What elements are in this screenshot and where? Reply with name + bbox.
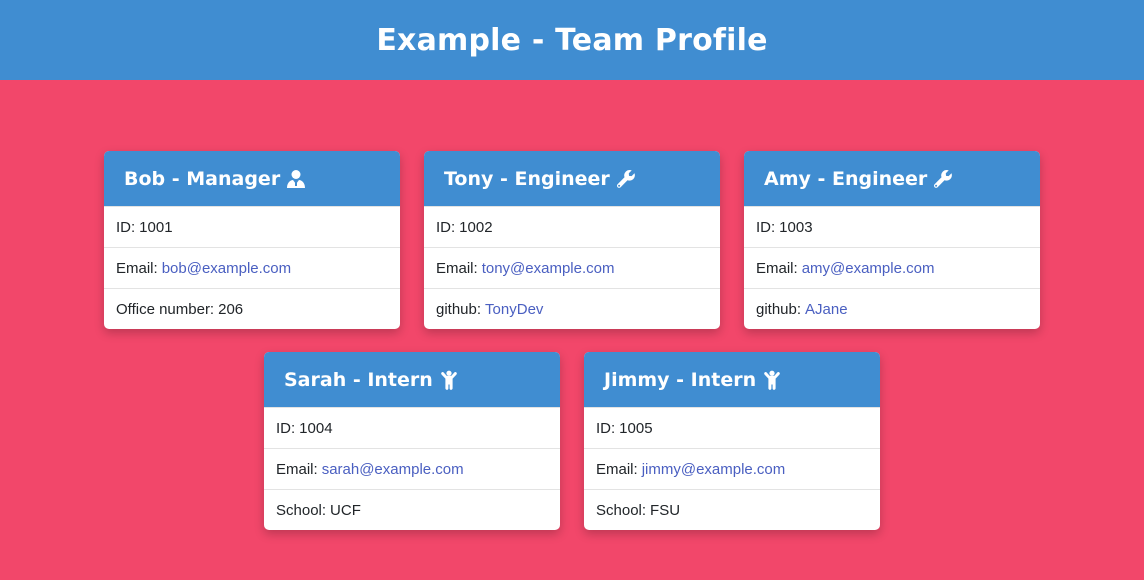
github-row: github: AJane <box>744 288 1040 329</box>
email-label: Email: <box>116 259 158 277</box>
child-icon <box>762 370 782 390</box>
id-row: ID: 1001 <box>104 206 400 247</box>
school-row: School: FSU <box>584 489 880 530</box>
child-icon <box>439 370 459 390</box>
email-label: Email: <box>436 259 478 277</box>
id-row: ID: 1004 <box>264 407 560 448</box>
employee-card-engineer: Amy - Engineer ID: 1003 Email: amy@examp… <box>744 151 1040 329</box>
card-header: Bob - Manager <box>104 151 400 206</box>
employee-card-intern: Sarah - Intern ID: 1004 Email: sarah@exa… <box>264 352 560 530</box>
id-value: 1005 <box>619 419 653 437</box>
card-header: Tony - Engineer <box>424 151 720 206</box>
manager-user-icon <box>286 169 306 189</box>
wrench-icon <box>616 169 636 189</box>
office-number-value: 206 <box>218 300 244 318</box>
email-row: Email: bob@example.com <box>104 247 400 288</box>
card-title: Sarah - Intern <box>284 368 433 391</box>
school-label: School: <box>276 501 327 519</box>
school-label: School: <box>596 501 647 519</box>
email-label: Email: <box>596 460 638 478</box>
employee-card-engineer: Tony - Engineer ID: 1002 Email: tony@exa… <box>424 151 720 329</box>
card-title: Tony - Engineer <box>444 167 610 190</box>
email-row: Email: amy@example.com <box>744 247 1040 288</box>
email-link[interactable]: jimmy@example.com <box>642 461 786 478</box>
card-header: Amy - Engineer <box>744 151 1040 206</box>
github-link[interactable]: TonyDev <box>485 301 543 318</box>
github-label: github: <box>436 300 482 318</box>
id-row: ID: 1003 <box>744 206 1040 247</box>
github-link[interactable]: AJane <box>805 301 848 318</box>
school-value: FSU <box>650 501 681 519</box>
office-number-row: Office number: 206 <box>104 288 400 329</box>
school-row: School: UCF <box>264 489 560 530</box>
id-label: ID: <box>116 218 136 236</box>
office-number-label: Office number: <box>116 300 215 318</box>
id-label: ID: <box>436 218 456 236</box>
employee-card-manager: Bob - Manager ID: 1001 Email: bob@exampl… <box>104 151 400 329</box>
card-title: Amy - Engineer <box>764 167 928 190</box>
email-label: Email: <box>756 259 798 277</box>
id-label: ID: <box>756 218 776 236</box>
card-header: Jimmy - Intern <box>584 352 880 407</box>
school-value: UCF <box>330 501 361 519</box>
email-link[interactable]: bob@example.com <box>162 260 291 277</box>
employee-card-intern: Jimmy - Intern ID: 1005 Email: jimmy@exa… <box>584 352 880 530</box>
page-header: Example - Team Profile <box>0 0 1144 80</box>
card-title: Jimmy - Intern <box>604 368 757 391</box>
id-value: 1003 <box>779 218 813 236</box>
team-container: Bob - Manager ID: 1001 Email: bob@exampl… <box>0 80 1144 580</box>
email-label: Email: <box>276 460 318 478</box>
github-row: github: TonyDev <box>424 288 720 329</box>
page-title: Example - Team Profile <box>376 22 768 58</box>
id-value: 1004 <box>299 419 333 437</box>
id-label: ID: <box>276 419 296 437</box>
id-row: ID: 1002 <box>424 206 720 247</box>
card-title: Bob - Manager <box>124 167 281 190</box>
card-header: Sarah - Intern <box>264 352 560 407</box>
email-link[interactable]: amy@example.com <box>802 260 935 277</box>
id-label: ID: <box>596 419 616 437</box>
id-value: 1002 <box>459 218 493 236</box>
email-row: Email: jimmy@example.com <box>584 448 880 489</box>
github-label: github: <box>756 300 802 318</box>
email-row: Email: tony@example.com <box>424 247 720 288</box>
wrench-icon <box>933 169 953 189</box>
email-link[interactable]: sarah@example.com <box>322 461 464 478</box>
email-row: Email: sarah@example.com <box>264 448 560 489</box>
id-row: ID: 1005 <box>584 407 880 448</box>
id-value: 1001 <box>139 218 173 236</box>
email-link[interactable]: tony@example.com <box>482 260 615 277</box>
